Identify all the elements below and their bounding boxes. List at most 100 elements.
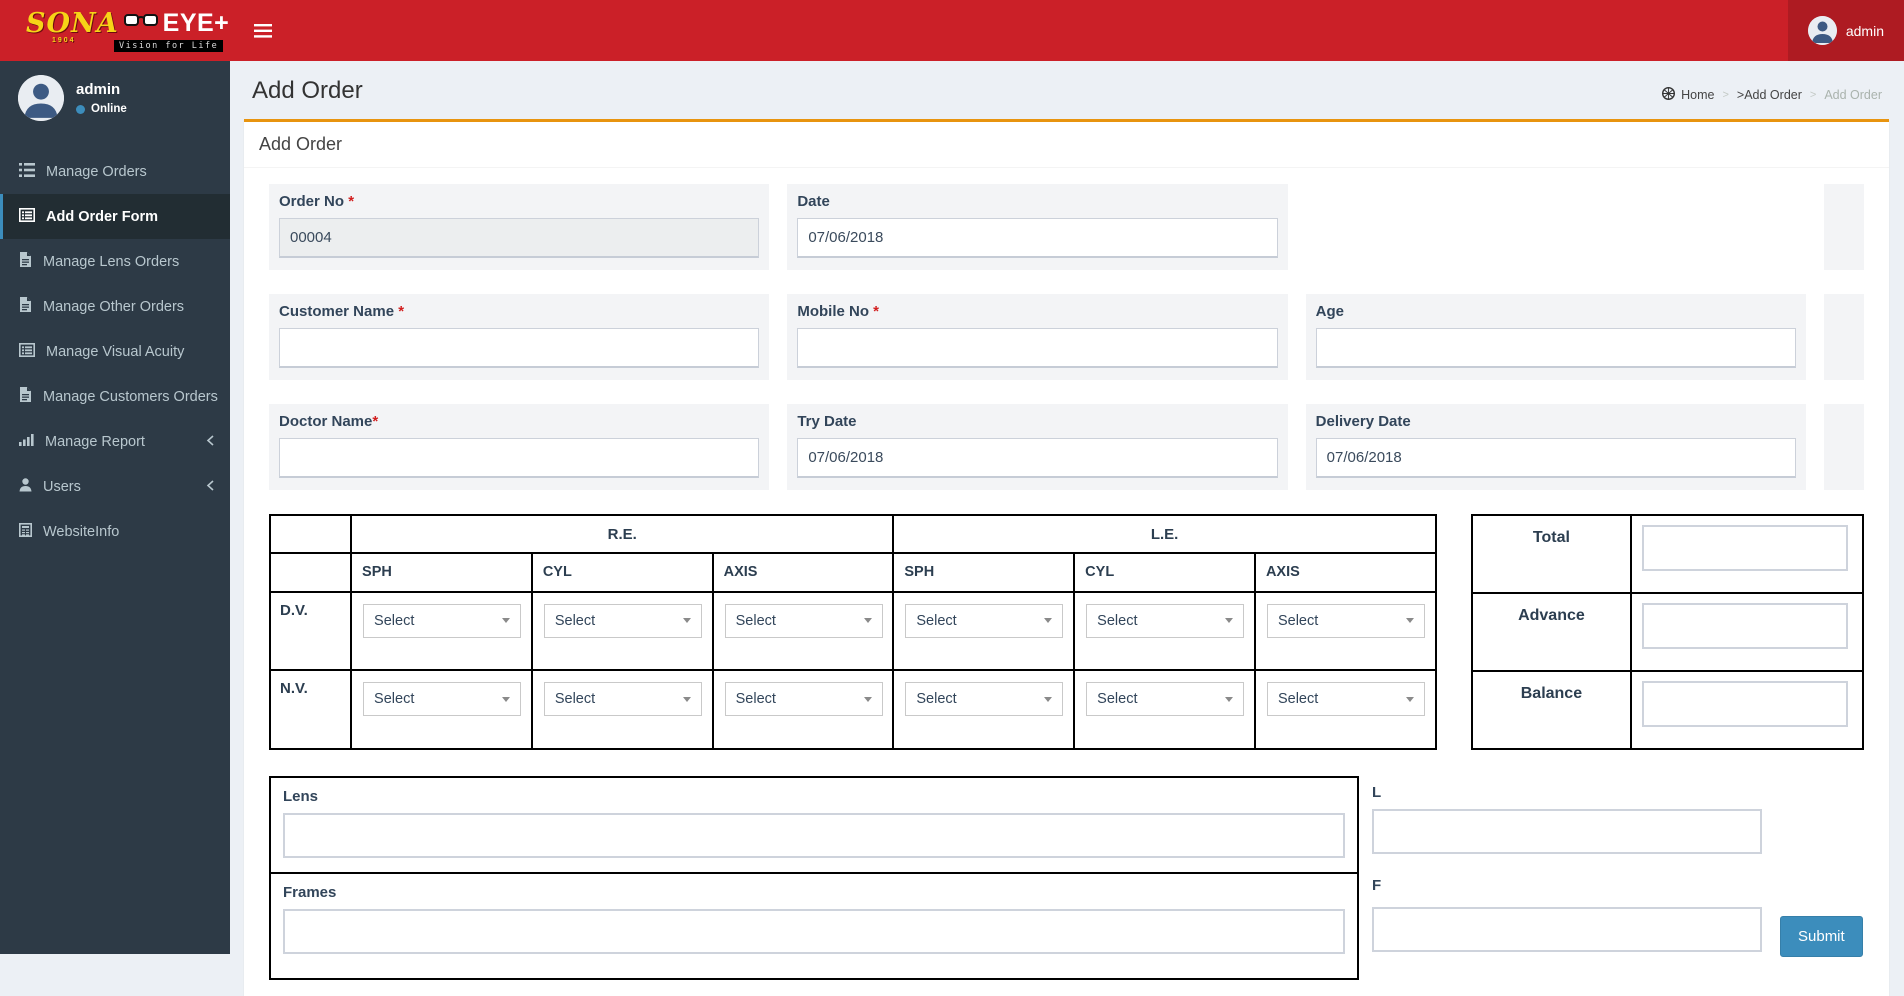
total-field[interactable] (1642, 525, 1849, 571)
file-icon (19, 297, 32, 316)
nv-le-sph-select[interactable]: Select (905, 682, 1064, 717)
caret-down-icon (1405, 696, 1414, 702)
breadcrumb-home[interactable]: Home (1662, 86, 1714, 103)
re-cyl-header: CYL (530, 552, 714, 593)
nv-le-cyl-select[interactable]: Select (1086, 682, 1245, 717)
lens-label: Lens (283, 788, 319, 805)
totals-table: Total Advance Balance (1470, 514, 1864, 750)
form-row-2: Customer Name * Mobile No * Age (269, 294, 1864, 380)
required-asterisk: * (372, 413, 379, 430)
advance-field[interactable] (1642, 603, 1849, 649)
lens-frames-table: Lens Frames (269, 776, 1359, 980)
top-navbar: SONA 1904 EYE+ Vision for Life admin (0, 0, 1904, 61)
age-label: Age (1315, 303, 1344, 320)
order-no-group: Order No * (269, 184, 770, 270)
app-logo[interactable]: SONA 1904 EYE+ Vision for Life (0, 0, 230, 61)
caret-down-icon (863, 696, 872, 702)
caret-down-icon (1044, 696, 1053, 702)
user-avatar (1807, 16, 1837, 45)
balance-field[interactable] (1642, 681, 1849, 727)
submit-button[interactable]: Submit (1780, 916, 1863, 957)
sidebar-item-manage-lens-orders[interactable]: Manage Lens Orders (0, 239, 230, 284)
user-menu[interactable]: admin (1787, 0, 1904, 61)
chevron-left-icon (206, 479, 214, 495)
l-field[interactable] (1372, 809, 1762, 854)
sidebar-item-add-order-form[interactable]: Add Order Form (0, 194, 230, 239)
date-field[interactable] (797, 218, 1278, 258)
content-header: Add Order Home > >Add Order > Add Order (230, 61, 1904, 117)
dv-le-sph-select[interactable]: Select (905, 603, 1064, 638)
le-cyl-header: CYL (1073, 552, 1256, 593)
dashboard-icon (1662, 86, 1676, 103)
form-row-1: Order No * Date (269, 184, 1864, 270)
dv-le-cyl-select[interactable]: Select (1086, 603, 1245, 638)
delivery-date-group: Delivery Date (1305, 404, 1806, 490)
sidebar-item-manage-orders[interactable]: Manage Orders (0, 149, 230, 194)
sidebar-avatar (18, 75, 64, 121)
caret-down-icon (682, 618, 691, 624)
mobile-no-field[interactable] (797, 328, 1278, 368)
customer-name-label: Customer Name * (279, 303, 405, 320)
dv-le-axis-select[interactable]: Select (1266, 603, 1425, 638)
th-list-icon (19, 162, 35, 181)
customer-name-group: Customer Name * (269, 294, 770, 380)
sidebar-item-manage-customers-orders[interactable]: Manage Customers Orders (0, 374, 230, 419)
caret-down-icon (502, 618, 511, 624)
order-no-label: Order No * (279, 193, 355, 210)
breadcrumb-separator: > (1722, 89, 1729, 101)
row-end-cell (1823, 404, 1864, 490)
file-icon (19, 387, 32, 406)
rx-corner-cell (268, 513, 353, 555)
bottom-section: Lens Frames L F Submit (269, 776, 1864, 980)
nv-row-label: N.V. (268, 669, 353, 750)
user-icon (19, 477, 32, 496)
sidebar: admin Online Manage Orders Add Order For… (0, 61, 230, 954)
sidebar-toggle-button[interactable] (244, 0, 282, 61)
dv-re-cyl-select[interactable]: Select (543, 603, 702, 638)
prescription-section: R.E. L.E. SPH CYL AXIS SPH CYL AXIS D.V. (268, 513, 1864, 750)
f-field[interactable] (1372, 907, 1762, 952)
mobile-no-label: Mobile No * (797, 303, 880, 320)
bar-chart-icon (19, 433, 34, 450)
sidebar-item-users[interactable]: Users (0, 464, 230, 509)
l-group: L (1372, 784, 1864, 854)
breadcrumb-add-order-link[interactable]: >Add Order (1737, 88, 1802, 102)
dv-re-axis-select[interactable]: Select (724, 603, 883, 638)
customer-name-field[interactable] (279, 328, 760, 368)
required-asterisk: * (398, 303, 405, 320)
breadcrumb-separator: > (1809, 89, 1817, 101)
lens-field[interactable] (283, 813, 1345, 858)
dv-re-sph-select[interactable]: Select (363, 603, 522, 638)
lf-column: L F Submit (1372, 776, 1864, 980)
nv-re-cyl-select[interactable]: Select (543, 682, 702, 717)
age-field[interactable] (1315, 328, 1796, 368)
chevron-left-icon (206, 434, 214, 450)
sidebar-user-panel: admin Online (0, 61, 230, 133)
sidebar-menu: Manage Orders Add Order Form Manage Lens… (0, 149, 230, 554)
le-sph-header: SPH (892, 552, 1076, 593)
caret-down-icon (1405, 618, 1414, 624)
nv-re-sph-select[interactable]: Select (363, 682, 522, 717)
order-no-field (279, 218, 760, 258)
page-title: Add Order (252, 77, 363, 104)
mobile-no-group: Mobile No * (787, 294, 1288, 380)
dv-row-label: D.V. (268, 590, 353, 672)
sidebar-item-websiteinfo[interactable]: WebsiteInfo (0, 509, 230, 554)
caret-down-icon (863, 618, 872, 624)
lens-group: Lens (271, 778, 1357, 872)
sidebar-item-manage-visual-acuity[interactable]: Manage Visual Acuity (0, 329, 230, 374)
nv-le-axis-select[interactable]: Select (1266, 682, 1425, 717)
frames-field[interactable] (283, 909, 1345, 954)
row-end-cell (1823, 184, 1864, 270)
logo-eye-text: EYE+ (162, 8, 230, 37)
try-date-field[interactable] (797, 438, 1278, 478)
doctor-name-group: Doctor Name* (269, 404, 770, 490)
doctor-name-field[interactable] (279, 438, 760, 478)
sidebar-item-manage-report[interactable]: Manage Report (0, 419, 230, 464)
sidebar-item-manage-other-orders[interactable]: Manage Other Orders (0, 284, 230, 329)
delivery-date-field[interactable] (1315, 438, 1796, 478)
frames-label: Frames (283, 884, 337, 901)
nv-re-axis-select[interactable]: Select (724, 682, 883, 717)
logo-sona-text: SONA 1904 (26, 7, 119, 44)
logo-year-text: 1904 (52, 36, 76, 44)
